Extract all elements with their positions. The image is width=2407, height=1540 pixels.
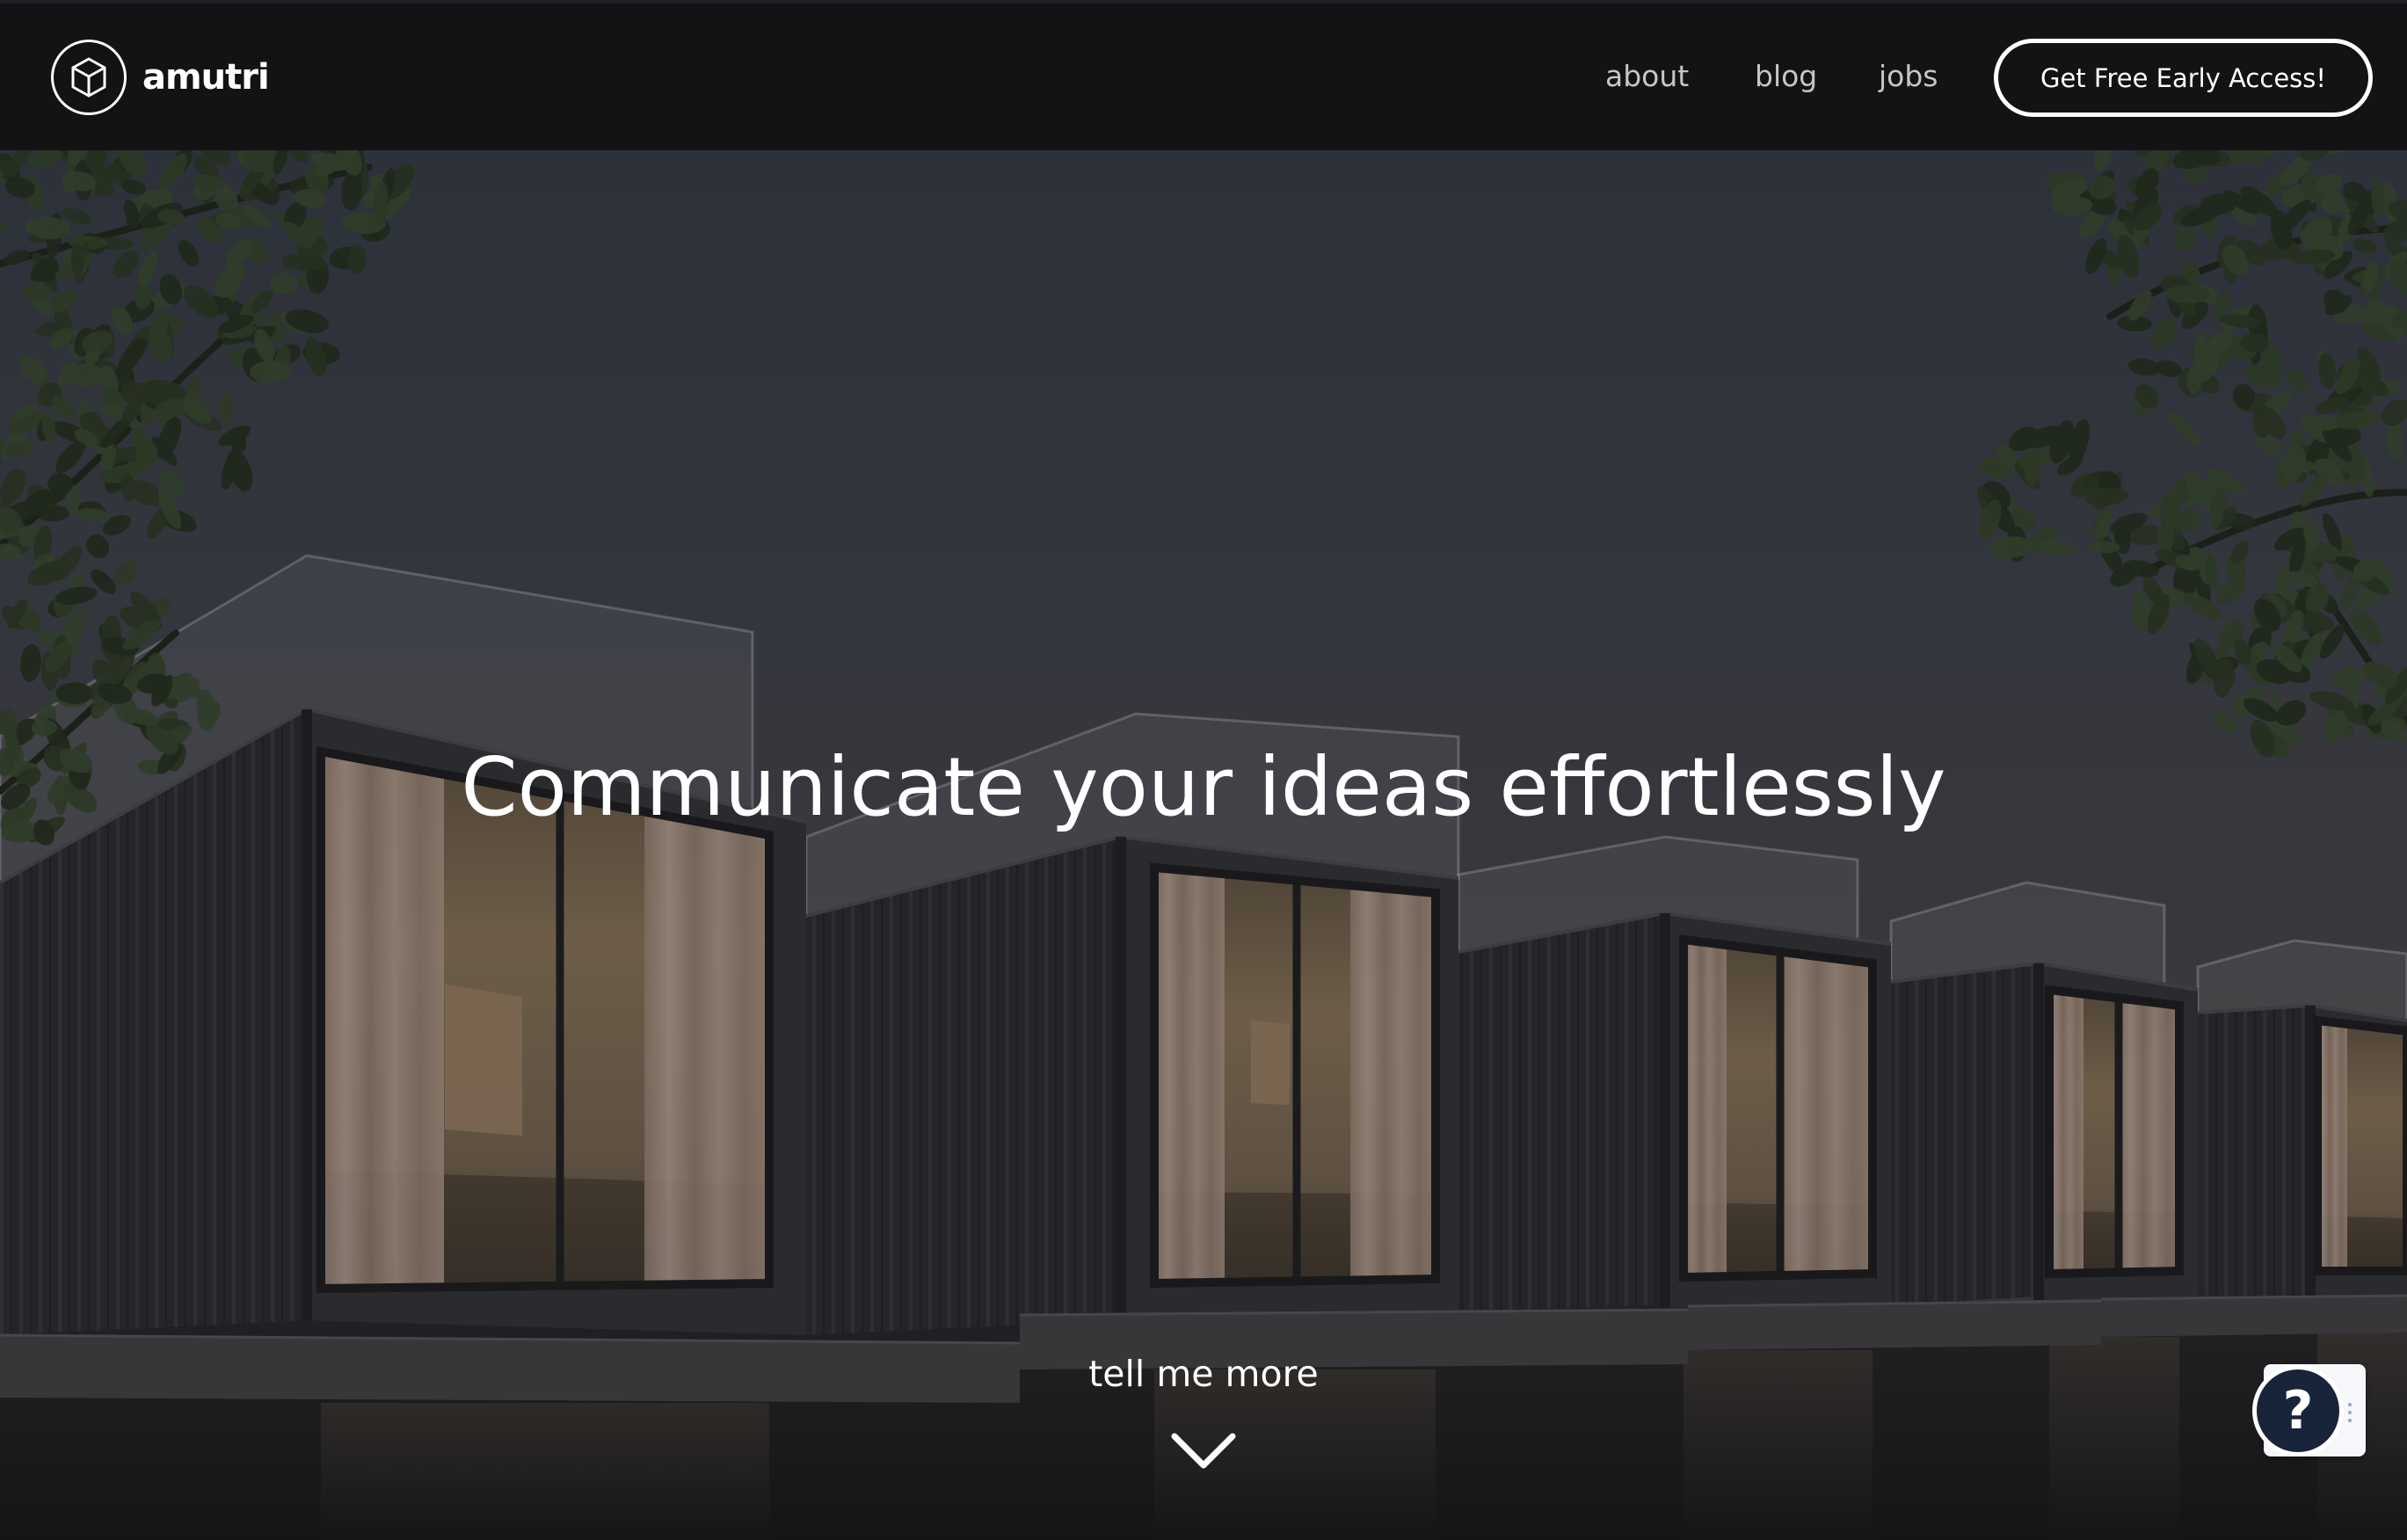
curtain	[2049, 990, 2083, 1274]
tree-leaf	[2165, 284, 2211, 303]
nav-link-about[interactable]: about	[1605, 59, 1689, 94]
concrete-deck	[0, 1335, 1020, 1403]
container-house	[1889, 881, 2199, 1304]
landing-page: amutri about blog jobs Get Free Early Ac…	[0, 0, 2407, 1540]
window-reflection	[1683, 1350, 1873, 1540]
get-early-access-button[interactable]: Get Free Early Access!	[1994, 39, 2373, 117]
wall-artwork	[445, 984, 522, 1136]
container-house	[1457, 835, 1892, 1312]
nav-link-blog[interactable]: blog	[1755, 59, 1817, 94]
curtain	[1683, 940, 1727, 1277]
concrete-deck	[2101, 1296, 2407, 1337]
container-side-wall	[1458, 913, 1665, 1312]
curtain	[644, 811, 769, 1285]
top-navigation-bar: amutri about blog jobs Get Free Early Ac…	[0, 0, 2407, 150]
curtain	[2317, 1021, 2347, 1271]
hero-headline: Communicate your ideas effortlessly	[461, 740, 1946, 834]
tell-me-more-label: tell me more	[1088, 1353, 1319, 1395]
concrete-deck	[1688, 1301, 2101, 1350]
tell-me-more-link[interactable]: tell me more	[1028, 1345, 1379, 1477]
chevron-down-icon[interactable]	[1170, 1428, 1237, 1472]
vertical-dots-icon[interactable]	[2348, 1403, 2352, 1406]
help-widget[interactable]: ?	[2251, 1362, 2366, 1459]
window-reflection	[321, 1403, 769, 1540]
tree-leaf	[218, 393, 232, 426]
help-button[interactable]: ?	[2252, 1365, 2344, 1456]
curtain	[1154, 868, 1225, 1283]
container-house	[2196, 939, 2407, 1297]
curtain	[2119, 998, 2179, 1273]
window-reflection	[2049, 1337, 2179, 1540]
wall-artwork	[1251, 1021, 1290, 1105]
question-mark-icon: ?	[2282, 1380, 2314, 1442]
curtain	[1780, 951, 1873, 1275]
container-side-wall	[806, 837, 1121, 1335]
nav-link-jobs[interactable]: jobs	[1879, 59, 1938, 94]
curtain	[1350, 885, 1436, 1281]
container-side-wall	[1891, 963, 2039, 1304]
container-side-wall	[2198, 1006, 2310, 1297]
